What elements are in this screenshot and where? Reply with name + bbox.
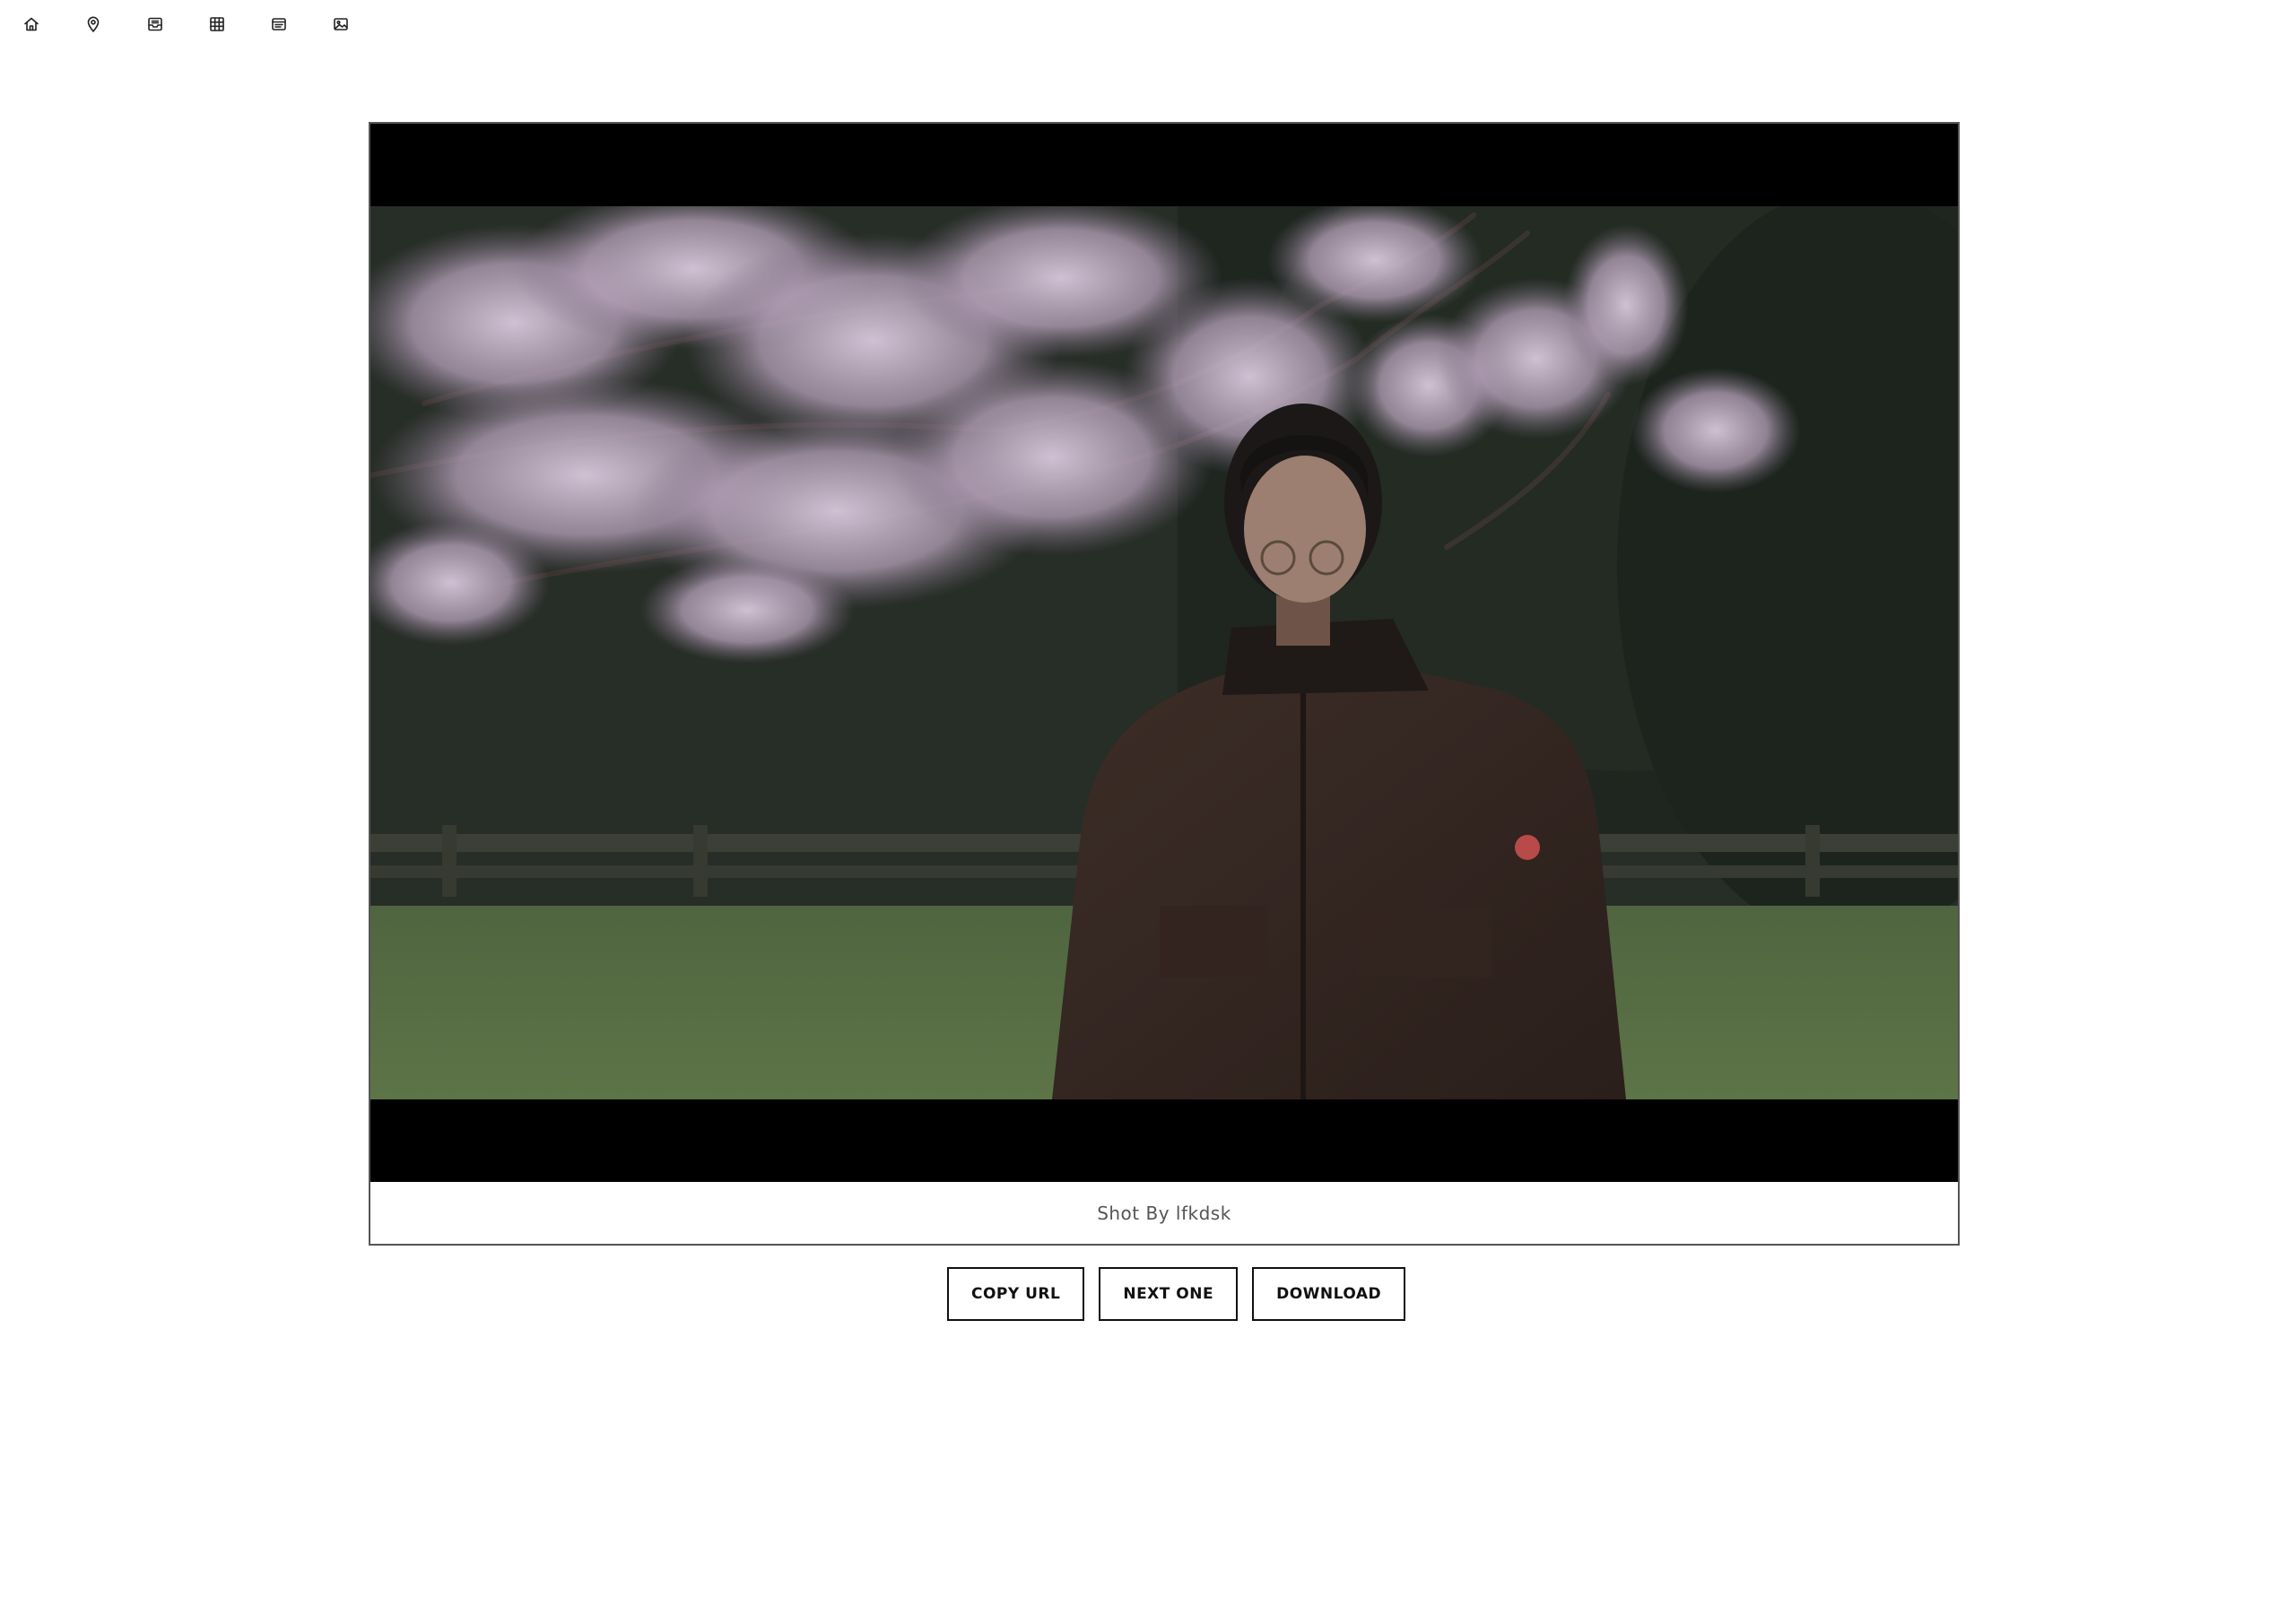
home-icon[interactable] [20, 13, 43, 36]
photo-image [370, 206, 1958, 1099]
list-card-icon[interactable] [267, 13, 291, 36]
photo-viewer [370, 124, 1958, 1182]
download-button[interactable]: DOWNLOAD [1252, 1267, 1406, 1321]
image-icon[interactable] [329, 13, 352, 36]
action-bar: COPY URL NEXT ONE DOWNLOAD [947, 1267, 1406, 1321]
top-nav [20, 13, 391, 36]
copy-url-button[interactable]: COPY URL [947, 1267, 1085, 1321]
photo-card: Shot By lfkdsk [369, 122, 1960, 1246]
inbox-icon[interactable] [144, 13, 167, 36]
photo-caption: Shot By lfkdsk [1097, 1202, 1231, 1224]
next-one-button[interactable]: NEXT ONE [1099, 1267, 1239, 1321]
map-pin-icon[interactable] [82, 13, 105, 36]
grid-icon[interactable] [205, 13, 229, 36]
